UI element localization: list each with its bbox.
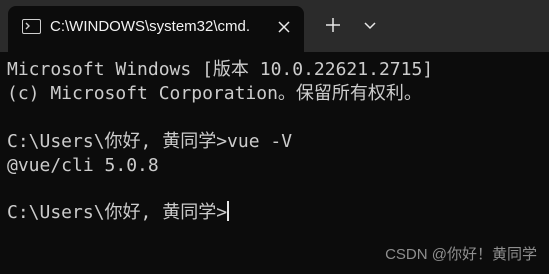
console-output[interactable]: Microsoft Windows [版本 10.0.22621.2715] (…: [0, 52, 549, 274]
console-line: @vue/cli 5.0.8: [7, 155, 159, 176]
console-line: (c) Microsoft Corporation。保留所有权利。: [7, 83, 422, 104]
watermark: CSDN @你好！黄同学: [385, 246, 537, 263]
close-icon[interactable]: [276, 19, 292, 35]
prompt-line: C:\Users\你好, 黄同学>: [7, 201, 230, 224]
console-line: Microsoft Windows [版本 10.0.22621.2715]: [7, 59, 434, 80]
tab-cmd[interactable]: C:\WINDOWS\system32\cmd.: [8, 6, 304, 52]
text-cursor: [227, 201, 230, 221]
console-line: C:\Users\你好, 黄同学>vue -V: [7, 131, 293, 152]
prompt-text: C:\Users\你好, 黄同学>: [7, 202, 228, 223]
tab-title: C:\WINDOWS\system32\cmd.: [50, 18, 251, 35]
terminal-icon: [22, 19, 41, 34]
chevron-down-icon[interactable]: [359, 14, 381, 36]
title-bar: C:\WINDOWS\system32\cmd.: [0, 0, 549, 52]
plus-icon[interactable]: [322, 14, 344, 36]
terminal-window: C:\WINDOWS\system32\cmd. Microsoft Windo…: [0, 0, 549, 274]
